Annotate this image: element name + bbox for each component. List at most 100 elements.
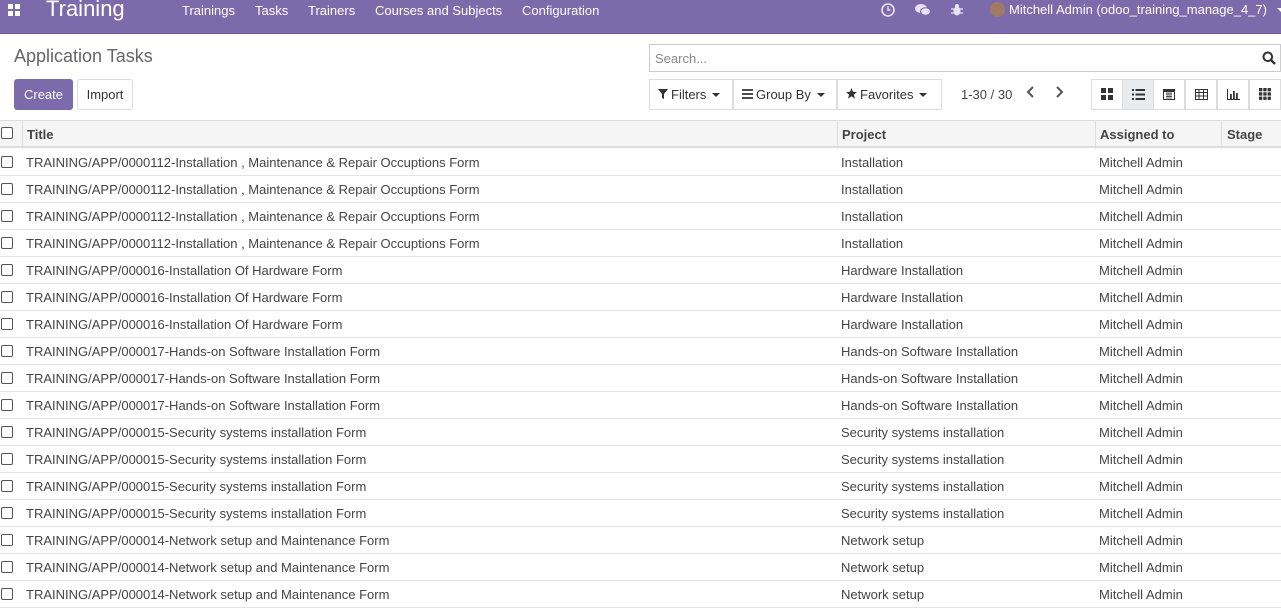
row-checkbox[interactable] (1, 345, 13, 357)
row-checkbox[interactable] (1, 156, 13, 168)
table-row[interactable]: TRAINING/APP/000014-Network setup and Ma… (0, 527, 1281, 554)
cell-project: Installation (841, 236, 904, 251)
clock-icon[interactable] (881, 3, 895, 20)
row-checkbox[interactable] (1, 183, 13, 195)
row-checkbox[interactable] (1, 372, 13, 384)
group-by-button[interactable]: Group By (733, 79, 837, 110)
chat-icon[interactable] (915, 3, 931, 20)
select-all-checkbox[interactable] (1, 127, 13, 139)
cell-title: TRAINING/APP/0000112-Installation , Main… (26, 155, 480, 170)
table-row[interactable]: TRAINING/APP/0000112-Installation , Main… (0, 176, 1281, 203)
pager-previous-icon[interactable] (1026, 85, 1036, 103)
table-row[interactable]: TRAINING/APP/000016-Installation Of Hard… (0, 284, 1281, 311)
cell-title: TRAINING/APP/0000112-Installation , Main… (26, 236, 480, 251)
avatar (990, 2, 1005, 17)
table-row[interactable]: TRAINING/APP/000015-Security systems ins… (0, 419, 1281, 446)
row-checkbox[interactable] (1, 534, 13, 546)
column-divider (1221, 121, 1222, 149)
table-row[interactable]: TRAINING/APP/000015-Security systems ins… (0, 446, 1281, 473)
cell-project: Network setup (841, 560, 925, 575)
table-row[interactable]: TRAINING/APP/000015-Security systems ins… (0, 473, 1281, 500)
cell-project: Installation (841, 209, 904, 224)
filters-label: Filters (671, 87, 707, 102)
search-input[interactable]: Search... (649, 44, 1281, 72)
cell-project: Network setup (841, 587, 925, 602)
grid-view-icon[interactable] (1249, 79, 1281, 110)
create-button[interactable]: Create (14, 79, 73, 110)
list-view-icon[interactable] (1122, 79, 1154, 110)
user-menu[interactable]: Mitchell Admin (odoo_training_manage_4_7… (990, 2, 1281, 17)
table-row[interactable]: TRAINING/APP/000017-Hands-on Software In… (0, 338, 1281, 365)
pivot-view-icon[interactable] (1185, 79, 1217, 110)
menu-item-configuration[interactable]: Configuration (522, 3, 599, 18)
cell-assigned-to: Mitchell Admin (1099, 182, 1183, 197)
filters-button[interactable]: Filters (649, 79, 733, 110)
cell-title: TRAINING/APP/000014-Network setup and Ma… (26, 587, 390, 602)
kanban-view-icon[interactable] (1091, 79, 1123, 110)
cell-assigned-to: Mitchell Admin (1099, 533, 1183, 548)
favorites-button[interactable]: Favorites (837, 79, 942, 110)
table-row[interactable]: TRAINING/APP/000016-Installation Of Hard… (0, 257, 1281, 284)
row-checkbox[interactable] (1, 210, 13, 222)
cell-assigned-to: Mitchell Admin (1099, 506, 1183, 521)
cell-title: TRAINING/APP/000017-Hands-on Software In… (26, 398, 381, 413)
chevron-down-icon (816, 93, 825, 97)
row-checkbox[interactable] (1, 588, 13, 600)
graph-view-icon[interactable] (1217, 79, 1249, 110)
column-header-title[interactable]: Title (27, 127, 54, 142)
filter-icon (658, 80, 668, 109)
row-checkbox[interactable] (1, 264, 13, 276)
cell-assigned-to: Mitchell Admin (1099, 452, 1183, 467)
user-name: Mitchell Admin (odoo_training_manage_4_7… (1009, 2, 1267, 17)
cell-assigned-to: Mitchell Admin (1099, 479, 1183, 494)
row-checkbox[interactable] (1, 480, 13, 492)
column-header-stage[interactable]: Stage (1227, 127, 1262, 142)
table-row[interactable]: TRAINING/APP/000016-Installation Of Hard… (0, 311, 1281, 338)
menu-item-tasks[interactable]: Tasks (255, 3, 288, 18)
table-row[interactable]: TRAINING/APP/000017-Hands-on Software In… (0, 392, 1281, 419)
table-row[interactable]: TRAINING/APP/000017-Hands-on Software In… (0, 365, 1281, 392)
cell-title: TRAINING/APP/000015-Security systems ins… (26, 506, 367, 521)
column-divider (837, 121, 838, 149)
page-title: Application Tasks (14, 46, 153, 66)
app-brand[interactable]: Training (46, 0, 125, 22)
column-header-project[interactable]: Project (842, 127, 886, 142)
row-checkbox[interactable] (1, 291, 13, 303)
cell-assigned-to: Mitchell Admin (1099, 371, 1183, 386)
import-button[interactable]: Import (77, 79, 133, 110)
table-row[interactable]: TRAINING/APP/000014-Network setup and Ma… (0, 581, 1281, 608)
cell-assigned-to: Mitchell Admin (1099, 290, 1183, 305)
cell-project: Hardware Installation (841, 317, 964, 332)
row-checkbox[interactable] (1, 426, 13, 438)
list-icon (742, 80, 753, 109)
cell-assigned-to: Mitchell Admin (1099, 560, 1183, 575)
pager-value[interactable]: 1-30 / 30 (961, 87, 1012, 102)
menu-item-trainings[interactable]: Trainings (182, 3, 235, 18)
search-icon[interactable] (1262, 51, 1276, 65)
search-placeholder: Search... (655, 51, 708, 66)
menu-item-trainers[interactable]: Trainers (308, 3, 355, 18)
cell-assigned-to: Mitchell Admin (1099, 263, 1183, 278)
row-checkbox[interactable] (1, 507, 13, 519)
table-row[interactable]: TRAINING/APP/0000112-Installation , Main… (0, 230, 1281, 257)
calendar-view-icon[interactable] (1153, 79, 1185, 110)
row-checkbox[interactable] (1, 318, 13, 330)
pager-next-icon[interactable] (1054, 85, 1064, 103)
row-checkbox[interactable] (1, 399, 13, 411)
row-checkbox[interactable] (1, 237, 13, 249)
table-row[interactable]: TRAINING/APP/0000112-Installation , Main… (0, 149, 1281, 176)
bug-icon[interactable] (950, 3, 964, 20)
table-row[interactable]: TRAINING/APP/000014-Network setup and Ma… (0, 554, 1281, 581)
cell-project: Security systems installation (841, 506, 1005, 521)
apps-menu-icon[interactable] (8, 4, 22, 18)
row-checkbox[interactable] (1, 561, 13, 573)
menu-item-courses-and-subjects[interactable]: Courses and Subjects (375, 3, 502, 18)
column-header-assigned-to[interactable]: Assigned to (1100, 127, 1174, 142)
cell-title: TRAINING/APP/000016-Installation Of Hard… (26, 317, 343, 332)
favorites-label: Favorites (860, 87, 914, 102)
cell-project: Hardware Installation (841, 290, 964, 305)
row-checkbox[interactable] (1, 453, 13, 465)
table-row[interactable]: TRAINING/APP/0000112-Installation , Main… (0, 203, 1281, 230)
table-header: Title Project Assigned to Stage (0, 120, 1281, 149)
table-row[interactable]: TRAINING/APP/000015-Security systems ins… (0, 500, 1281, 527)
